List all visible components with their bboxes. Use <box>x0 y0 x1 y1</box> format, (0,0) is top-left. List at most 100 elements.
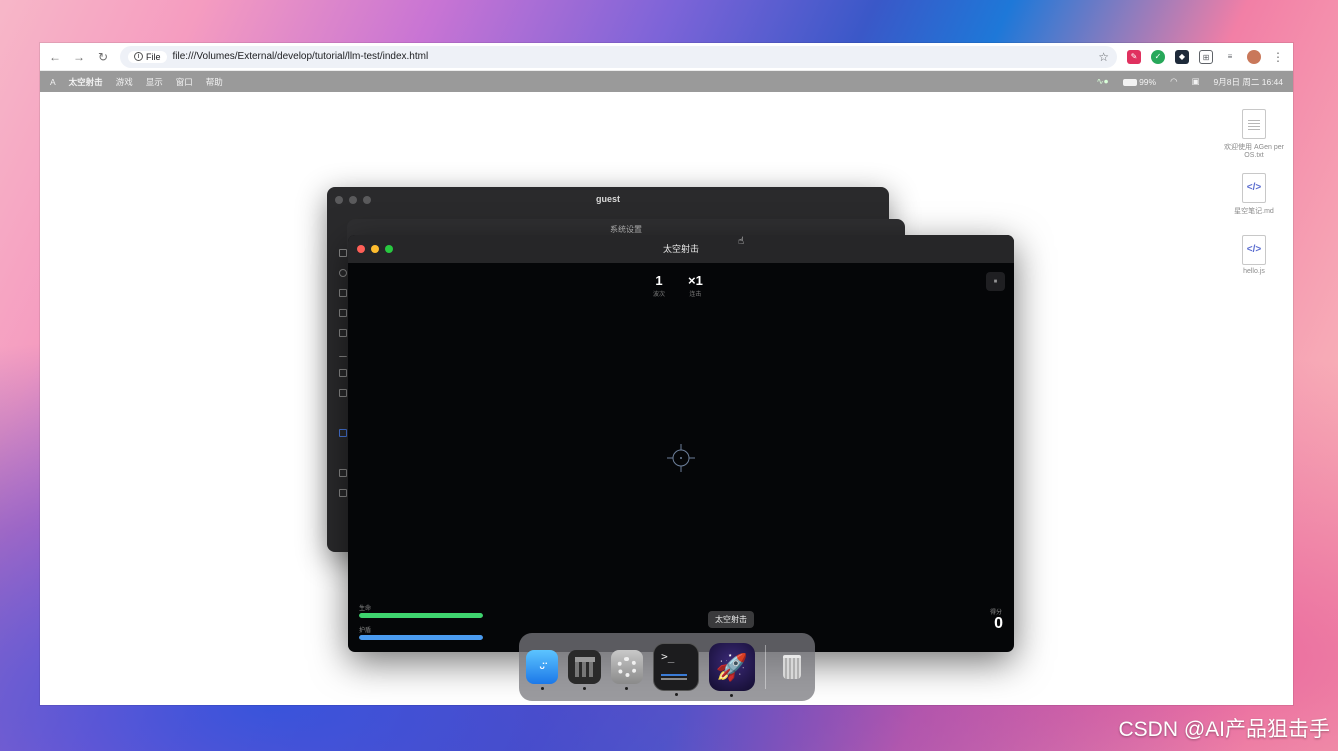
game-window[interactable]: 太空射击 1 波次 ×1 连击 ⏸ 生命 护盾 得分 0 <box>348 235 1014 652</box>
menu-item-game[interactable]: 游戏 <box>116 76 133 88</box>
sidebar-icon[interactable] <box>339 249 347 257</box>
browser-toolbar: ← → ↻ i File file:///Volumes/External/de… <box>40 43 1293 71</box>
combo-value: ×1 <box>688 273 703 288</box>
back-button[interactable]: ← <box>48 50 62 64</box>
battery-icon <box>1122 78 1137 86</box>
battery-percent: 99% <box>1139 76 1157 87</box>
health-label: 生命 <box>359 606 372 612</box>
desktop-file-hello[interactable]: </> hello.js <box>1224 235 1284 275</box>
crosshair-icon <box>667 444 695 472</box>
close-button[interactable] <box>335 196 343 204</box>
rocket-glyph-icon: 🚀 <box>715 651 748 682</box>
zoom-button[interactable] <box>363 196 371 204</box>
document-icon[interactable] <box>339 329 347 337</box>
window-title: guest <box>595 194 620 204</box>
dock-running-dot <box>540 687 544 690</box>
home-icon[interactable] <box>339 489 347 497</box>
health-bar <box>359 613 483 618</box>
dock: ᵕ̈ >_ 🚀 <box>519 633 815 701</box>
trash-icon[interactable] <box>776 650 808 684</box>
mouse-cursor-icon: ☝ <box>738 236 745 247</box>
bookmark-star-icon[interactable]: ☆ <box>1098 50 1109 64</box>
menubar-status: ∿● 99% ◠ ▣ 9月8日 周二 16:44 <box>1096 76 1283 88</box>
desktop-file-welcome[interactable]: 欢迎使用 AGen per OS.txt <box>1224 109 1284 159</box>
text-file-icon <box>1242 109 1266 139</box>
menubar-app-name[interactable]: 太空射击 <box>69 76 103 88</box>
address-bar[interactable]: i File file:///Volumes/External/develop/… <box>120 45 1117 68</box>
gear-icon <box>616 657 637 677</box>
hud-wave: 1 波次 <box>653 273 665 298</box>
forward-button[interactable]: → <box>72 50 86 64</box>
cloud-icon[interactable] <box>339 429 347 437</box>
code-file-icon: </> <box>1242 235 1266 265</box>
reload-button[interactable]: ↻ <box>96 50 110 64</box>
calculator-icon[interactable] <box>568 650 601 690</box>
code-file-icon: </> <box>1242 173 1266 203</box>
finder-icon[interactable]: ᵕ̈ <box>526 650 559 690</box>
desktop-file-label: 欢迎使用 AGen per OS.txt <box>1224 144 1284 159</box>
dock-running-dot <box>730 694 734 697</box>
desktop-file-label: 星空笔记.md <box>1234 208 1274 215</box>
download-icon[interactable] <box>339 349 347 357</box>
extension-icon-1[interactable]: ✎ <box>1127 49 1141 64</box>
pause-button[interactable]: ⏸ <box>986 272 1005 291</box>
extensions-puzzle-icon[interactable]: ⊞ <box>1199 49 1213 64</box>
dock-separator <box>764 645 766 689</box>
health-bar-fill <box>359 613 483 618</box>
profile-avatar[interactable] <box>1247 49 1261 64</box>
desktop-file-notes[interactable]: </> 星空笔记.md <box>1224 173 1284 216</box>
terminal-prompt-icon: >_ <box>661 650 675 663</box>
zoom-button[interactable] <box>385 245 393 253</box>
os-menubar: A 太空射击 游戏 显示 窗口 帮助 ∿● 99% ◠ ▣ 9月8日 周二 16… <box>40 71 1293 92</box>
os-logo-icon[interactable]: A <box>50 77 56 87</box>
terminal-icon[interactable]: >_ <box>653 643 699 696</box>
finder-face-icon: ᵕ̈ <box>539 659 545 675</box>
dock-tooltip: 太空射击 <box>708 611 754 628</box>
settings-icon[interactable] <box>610 650 644 690</box>
trash-bin-icon <box>782 655 801 679</box>
score-value: 0 <box>994 615 1003 632</box>
calculator-grid-icon <box>574 657 595 677</box>
game-window-titlebar[interactable]: 太空射击 <box>348 235 1014 263</box>
close-button[interactable] <box>357 245 365 253</box>
extension-shield-icon[interactable]: ✓ <box>1151 49 1165 64</box>
activity-icon[interactable]: ∿● <box>1096 76 1108 87</box>
document-icon[interactable] <box>339 369 347 377</box>
wave-value: 1 <box>655 273 663 288</box>
minimize-button[interactable] <box>371 245 379 253</box>
browser-menu-icon[interactable]: ⋮ <box>1271 50 1285 64</box>
desktop-file-label: hello.js <box>1243 268 1265 275</box>
shield-bar-fill <box>359 635 483 640</box>
document-icon[interactable] <box>339 389 347 397</box>
sidebar-icon[interactable] <box>339 289 347 297</box>
window-controls <box>335 196 371 204</box>
game-window-title: 太空射击 <box>662 244 699 254</box>
menu-item-window[interactable]: 窗口 <box>176 76 193 88</box>
shield-bar <box>359 635 483 640</box>
watermark: CSDN @AI产品狙击手 <box>1118 718 1331 741</box>
extension-icon-3[interactable]: ◆ <box>1175 49 1189 64</box>
browser-window: ← → ↻ i File file:///Volumes/External/de… <box>40 43 1293 705</box>
reading-list-icon[interactable]: ≡ <box>1223 49 1237 64</box>
shield-label: 护盾 <box>359 628 372 634</box>
combo-label: 连击 <box>689 292 702 298</box>
terminal-lines-icon <box>661 674 688 680</box>
menu-item-help[interactable]: 帮助 <box>206 76 223 88</box>
menu-item-view[interactable]: 显示 <box>146 76 163 88</box>
menubar-clock[interactable]: 9月8日 周二 16:44 <box>1214 76 1283 88</box>
wifi-icon[interactable]: ◠ <box>1170 76 1177 87</box>
minimize-button[interactable] <box>349 196 357 204</box>
url-text[interactable]: file:///Volumes/External/develop/tutoria… <box>173 51 429 62</box>
sidebar-icon[interactable] <box>339 469 347 477</box>
scheme-label: File <box>146 51 161 62</box>
battery-indicator[interactable]: 99% <box>1122 76 1157 87</box>
display-icon[interactable] <box>339 309 347 317</box>
hud-combo: ×1 连击 <box>688 273 703 298</box>
dock-running-dot <box>625 687 629 690</box>
dock-running-dot <box>583 687 587 690</box>
site-info-chip[interactable]: i File <box>128 50 167 63</box>
rocket-icon[interactable]: 🚀 <box>708 643 755 697</box>
clock-icon[interactable] <box>339 269 347 277</box>
control-center-icon[interactable]: ▣ <box>1192 76 1200 87</box>
window-controls <box>357 245 393 253</box>
